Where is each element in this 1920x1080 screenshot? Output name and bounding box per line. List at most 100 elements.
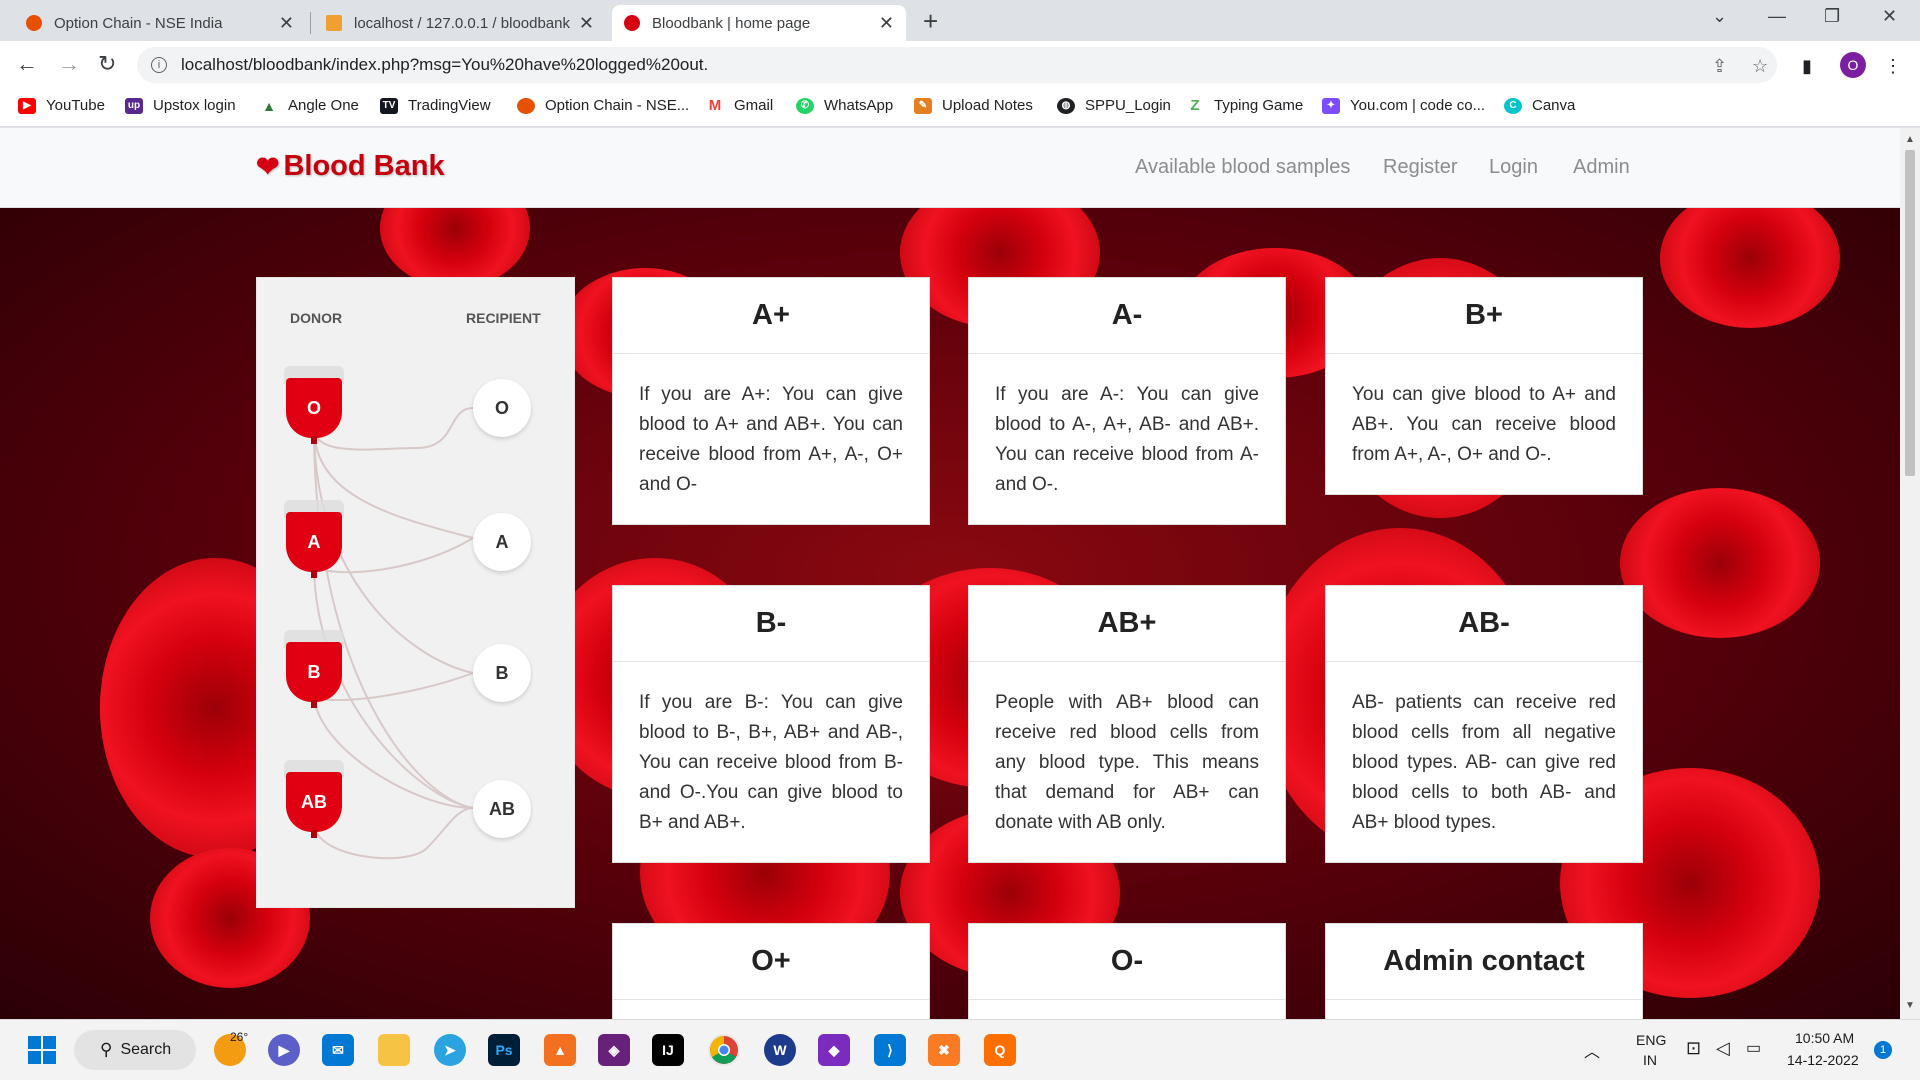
gmail-icon: M — [708, 97, 722, 114]
tab-bloodbank[interactable]: Bloodbank | home page ✕ — [612, 5, 906, 41]
volume-muted-icon[interactable]: ◁ — [1716, 1038, 1730, 1059]
show-hidden-icons-chevron-icon[interactable]: ︿ — [1584, 1038, 1600, 1062]
bookmark-canva[interactable]: C Canva — [1504, 97, 1575, 114]
minimize-button[interactable]: — — [1768, 6, 1786, 27]
q-app-icon[interactable]: Q — [984, 1034, 1016, 1066]
battery-icon[interactable]: ▭ — [1746, 1038, 1761, 1058]
reload-button[interactable]: ↻ — [98, 51, 116, 77]
windows-start-icon[interactable] — [26, 1034, 58, 1066]
meet-icon[interactable]: ▶ — [268, 1034, 300, 1066]
bookmark-angle-one[interactable]: ▲ Angle One — [260, 97, 359, 114]
xampp-icon[interactable]: ✖ — [928, 1034, 960, 1066]
donor-bag-b: B — [284, 630, 344, 710]
nav-login[interactable]: Login — [1489, 156, 1538, 179]
card-title: A- — [969, 278, 1285, 354]
bookmark-youcom[interactable]: ✦ You.com | code co... — [1322, 97, 1485, 114]
chrome-icon[interactable] — [708, 1034, 740, 1066]
weather-temp: 26° — [230, 1030, 249, 1044]
red-blood-cell — [1620, 488, 1820, 638]
bookmark-label: Canva — [1532, 97, 1576, 114]
bookmark-star-icon[interactable]: ☆ — [1752, 56, 1768, 77]
card-title: B+ — [1326, 278, 1642, 354]
close-icon[interactable]: ✕ — [879, 13, 894, 34]
nav-register[interactable]: Register — [1383, 156, 1457, 179]
donor-bag-ab: AB — [284, 760, 344, 840]
scroll-down-arrow-icon[interactable]: ▼ — [1905, 1000, 1915, 1011]
bookmark-tradingview[interactable]: TV TradingView — [380, 97, 491, 114]
vscode-icon[interactable]: ⟩ — [874, 1034, 906, 1066]
card-title: Admin contact — [1326, 924, 1642, 1000]
profile-avatar[interactable]: O — [1840, 52, 1866, 78]
app-w-icon[interactable]: W — [764, 1034, 796, 1066]
card-admin-contact: Admin contact — [1325, 923, 1643, 1019]
tradingview-icon: TV — [380, 97, 398, 114]
card-text: People with AB+ blood can receive red bl… — [995, 692, 1259, 833]
nav-admin[interactable]: Admin — [1573, 156, 1630, 179]
taskbar-search[interactable]: ⚲ Search — [74, 1030, 196, 1070]
photoshop-icon[interactable]: Ps — [488, 1034, 520, 1066]
card-text: You can give blood to A+ and AB+. You ca… — [1352, 384, 1616, 465]
bookmark-label: Upstox login — [153, 97, 236, 114]
intellij-icon[interactable]: IJ — [652, 1034, 684, 1066]
close-icon[interactable]: ✕ — [579, 13, 594, 34]
new-tab-button[interactable]: + — [923, 6, 938, 37]
card-title: B- — [613, 586, 929, 662]
nav-available-blood-samples[interactable]: Available blood samples — [1135, 156, 1350, 179]
bookmark-typing-game[interactable]: Z Typing Game — [1186, 97, 1303, 114]
card-ab-negative: AB- AB- patients can receive red blood c… — [1325, 585, 1643, 863]
share-icon[interactable]: ⇪ — [1712, 56, 1727, 77]
bookmark-sppu-login[interactable]: ◍ SPPU_Login — [1057, 97, 1171, 114]
brand-text: Blood Bank — [283, 150, 445, 182]
restore-button[interactable]: ❐ — [1824, 6, 1840, 27]
gem-app-icon[interactable]: ◆ — [818, 1034, 850, 1066]
language-line2[interactable]: IN — [1643, 1052, 1657, 1068]
notes-icon: ✎ — [914, 97, 932, 114]
site-info-icon[interactable]: i — [151, 57, 167, 73]
address-bar[interactable]: i localhost/bloodbank/index.php?msg=You%… — [137, 47, 1777, 83]
language-line1[interactable]: ENG — [1636, 1032, 1666, 1048]
bookmark-gmail[interactable]: M Gmail — [706, 97, 773, 114]
recipient-o: O — [473, 379, 531, 437]
recipient-b: B — [473, 644, 531, 702]
bookmark-label: Gmail — [734, 97, 774, 114]
browser-tab-strip: Option Chain - NSE India ✕ localhost / 1… — [0, 0, 1920, 41]
mail-icon[interactable]: ✉ — [322, 1034, 354, 1066]
menu-dots-icon[interactable]: ⋮ — [1884, 56, 1902, 77]
tab-search-chevron-icon[interactable]: ⌄ — [1712, 6, 1727, 27]
close-window-button[interactable]: ✕ — [1882, 6, 1897, 27]
tab-phpmyadmin[interactable]: localhost / 127.0.0.1 / bloodbank ✕ — [314, 5, 606, 41]
telegram-icon[interactable]: ➤ — [434, 1034, 466, 1066]
scroll-up-arrow-icon[interactable]: ▲ — [1905, 134, 1915, 145]
url-text: localhost/bloodbank/index.php?msg=You%20… — [181, 55, 709, 74]
page-scrollbar[interactable]: ▲ ▼ — [1900, 128, 1920, 1019]
donor-bag-a: A — [284, 500, 344, 580]
close-icon[interactable]: ✕ — [279, 13, 294, 34]
site-logo[interactable]: ❤ Blood Bank — [256, 150, 445, 183]
side-panel-icon[interactable]: ▮ — [1802, 56, 1812, 77]
tab-option-chain[interactable]: Option Chain - NSE India ✕ — [14, 5, 306, 41]
notification-badge[interactable]: 1 — [1874, 1041, 1892, 1059]
file-explorer-icon[interactable] — [378, 1034, 410, 1066]
bookmark-upstox[interactable]: up Upstox login — [125, 97, 236, 114]
bookmark-upload-notes[interactable]: ✎ Upload Notes — [914, 97, 1033, 114]
bookmark-option-chain[interactable]: Option Chain - NSE... — [517, 97, 689, 114]
visual-studio-icon[interactable]: ◈ — [598, 1034, 630, 1066]
nse-icon — [517, 97, 535, 114]
tab-separator — [310, 12, 311, 34]
card-o-positive: O+ — [612, 923, 930, 1019]
forward-button[interactable]: → — [58, 51, 80, 77]
clock-time[interactable]: 10:50 AM — [1795, 1030, 1854, 1046]
browser-toolbar: ← → ↻ i localhost/bloodbank/index.php?ms… — [0, 41, 1920, 89]
bookmark-label: Upload Notes — [942, 97, 1033, 114]
card-title: O- — [969, 924, 1285, 1000]
scroll-thumb[interactable] — [1905, 150, 1915, 476]
app-icon[interactable]: ▲ — [544, 1034, 576, 1066]
back-button[interactable]: ← — [16, 51, 38, 77]
bookmark-youtube[interactable]: ▶ YouTube — [18, 97, 105, 114]
clock-date[interactable]: 14-12-2022 — [1787, 1052, 1859, 1068]
bookmark-label: TradingView — [408, 97, 491, 114]
network-icon[interactable]: ⊡ — [1686, 1038, 1701, 1059]
bookmark-whatsapp[interactable]: ✆ WhatsApp — [796, 97, 893, 114]
bookmark-label: SPPU_Login — [1085, 97, 1171, 114]
tab-title: Option Chain - NSE India — [54, 14, 223, 32]
